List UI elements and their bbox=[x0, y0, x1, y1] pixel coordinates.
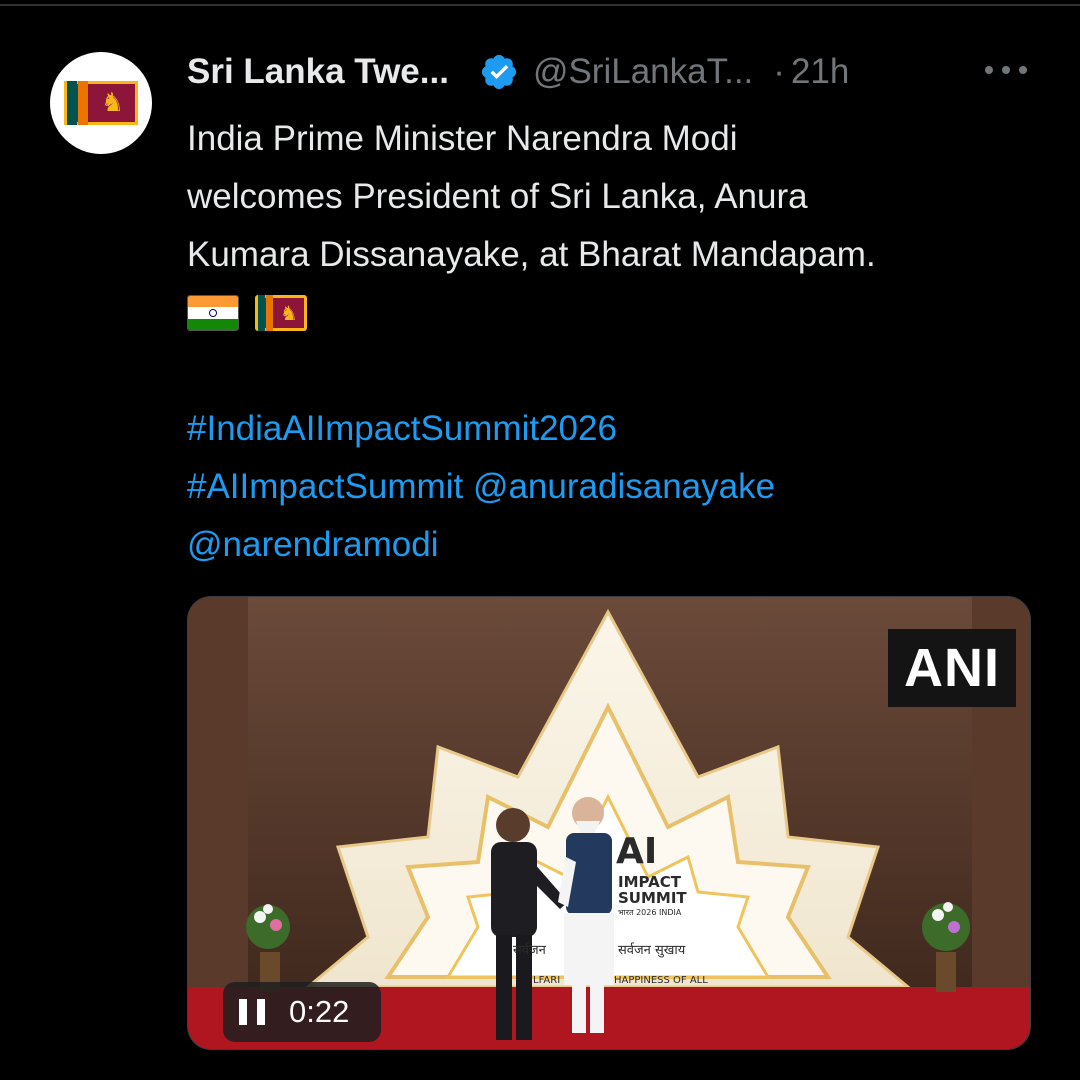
backdrop-hindi-right: सर्वजन सुखाय bbox=[618, 943, 686, 958]
ani-watermark: ANI bbox=[888, 629, 1016, 707]
backdrop-title: AI bbox=[616, 831, 658, 872]
backdrop-hindi-left: सर्वजन bbox=[513, 943, 546, 958]
post-time[interactable]: 21h bbox=[791, 52, 849, 92]
hashtag-link[interactable]: #AIImpactSummit bbox=[187, 467, 463, 506]
post-header: Sri Lanka Twe... @SriLankaT... · 21h bbox=[187, 48, 849, 96]
video-controls[interactable]: 0:22 bbox=[223, 982, 381, 1042]
post-text: India Prime Minister Narendra Modi welco… bbox=[187, 110, 1067, 574]
video-player[interactable]: AI IMPACT SUMMIT भारत 2026 INDIA सर्वजन … bbox=[187, 596, 1031, 1050]
sri-lanka-flag-emoji: ♞ bbox=[255, 295, 307, 331]
backdrop-line: भारत 2026 INDIA bbox=[618, 908, 682, 917]
post-text-line: Kumara Dissanayake, at Bharat Mandapam. bbox=[187, 235, 876, 274]
post-text-line: India Prime Minister Narendra Modi bbox=[187, 119, 738, 158]
flag-emojis: ♞ bbox=[187, 284, 1067, 342]
more-options-icon[interactable] bbox=[985, 60, 1027, 80]
backdrop-eng-right: HAPPINESS OF ALL bbox=[614, 975, 708, 986]
mention-link[interactable]: @anuradisanayake bbox=[473, 467, 775, 506]
pause-icon[interactable] bbox=[239, 999, 265, 1025]
backdrop-line: SUMMIT bbox=[618, 889, 687, 907]
separator-dot: · bbox=[773, 52, 785, 91]
top-divider bbox=[0, 4, 1080, 6]
backdrop-eng-left: LFARI bbox=[533, 975, 561, 986]
hashtag-link[interactable]: #IndiaAIImpactSummit2026 bbox=[187, 400, 1067, 458]
author-name[interactable]: Sri Lanka Twe... bbox=[187, 52, 449, 92]
mention-link[interactable]: @narendramodi bbox=[187, 516, 1067, 574]
avatar[interactable]: ♞ bbox=[50, 52, 152, 154]
video-time: 0:22 bbox=[289, 994, 350, 1029]
verified-badge-icon bbox=[481, 54, 517, 90]
post-text-line: welcomes President of Sri Lanka, Anura bbox=[187, 177, 808, 216]
sri-lanka-flag-icon: ♞ bbox=[64, 81, 138, 125]
author-handle[interactable]: @SriLankaT... bbox=[533, 52, 753, 92]
india-flag-emoji bbox=[187, 295, 239, 331]
